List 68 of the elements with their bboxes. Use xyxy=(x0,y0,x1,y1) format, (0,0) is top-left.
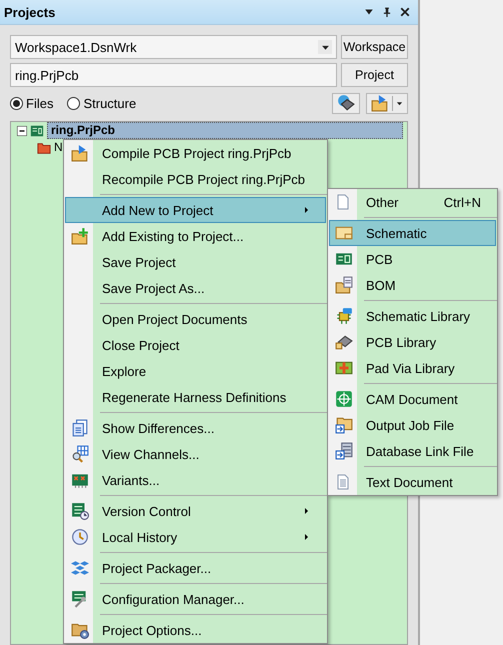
grid-search-icon xyxy=(71,445,89,463)
project-board-icon xyxy=(30,124,44,138)
documents-icon xyxy=(71,419,89,437)
dropdown-icon xyxy=(364,7,374,17)
folder-arrow-icon xyxy=(71,144,89,162)
menu-item[interactable]: Show Differences... xyxy=(65,415,326,441)
database-import-icon xyxy=(335,442,353,460)
menu-item[interactable]: Configuration Manager... xyxy=(65,586,326,612)
sheet-icon xyxy=(335,224,353,242)
menu-item[interactable]: Version Control xyxy=(65,498,326,524)
menu-item[interactable]: Project Packager... xyxy=(65,555,326,581)
menu-item[interactable]: Save Project As... xyxy=(65,275,326,301)
workspace-button[interactable]: Workspace xyxy=(341,35,408,59)
menu-item[interactable]: BOM xyxy=(329,272,496,298)
radio-button[interactable] xyxy=(10,96,23,110)
menu-item[interactable]: Project Options... xyxy=(65,617,326,643)
boxes-icon xyxy=(71,559,89,577)
menu-item[interactable]: Local History xyxy=(65,524,326,550)
menu-item[interactable]: Save Project xyxy=(65,249,326,275)
menu-item[interactable]: Regenerate Harness Definitions xyxy=(65,384,326,410)
menu-item[interactable]: CAM Document xyxy=(329,386,496,412)
tree-item[interactable]: ring.PrjPcb xyxy=(47,122,403,139)
folder-icon xyxy=(37,140,51,154)
menu-item[interactable]: Pad Via Library xyxy=(329,355,496,381)
folder-gear-icon xyxy=(71,621,89,639)
radio-label[interactable]: Structure xyxy=(83,96,136,110)
menu-item[interactable]: PCB xyxy=(329,246,496,272)
chip-globe-icon xyxy=(337,94,355,112)
menu-item[interactable]: Open Project Documents xyxy=(65,306,326,332)
menu-item[interactable]: Recompile PCB Project ring.PrjPcb xyxy=(65,166,326,192)
menu-item[interactable]: Add New to Project xyxy=(65,197,326,223)
menu-item[interactable]: Compile PCB Project ring.PrjPcb xyxy=(65,140,326,166)
menu-item[interactable]: View Channels... xyxy=(65,441,326,467)
menu-item[interactable]: Close Project xyxy=(65,332,326,358)
pad-icon xyxy=(335,359,353,377)
folder-list-icon xyxy=(335,276,353,294)
menu-item[interactable]: PCB Library xyxy=(329,329,496,355)
folder-import-icon xyxy=(335,416,353,434)
folder-arrow-icon xyxy=(371,94,389,112)
shortcut-label: Ctrl+N xyxy=(442,194,481,210)
menu-item[interactable]: Variants... xyxy=(65,467,326,493)
menu-item[interactable]: Schematic Library xyxy=(329,303,496,329)
board-clock-icon xyxy=(71,502,89,520)
menu-item[interactable]: Add Existing to Project... xyxy=(65,223,326,249)
pin-icon xyxy=(382,7,392,17)
compile-button[interactable] xyxy=(332,92,360,114)
menu-item[interactable]: Database Link File xyxy=(329,438,496,464)
tree-item[interactable]: N xyxy=(54,140,63,155)
project-button[interactable]: Project xyxy=(341,63,408,87)
dropdown-arrow-icon xyxy=(396,100,403,106)
radio-button[interactable] xyxy=(67,96,80,110)
project-field[interactable]: ring.PrjPcb xyxy=(10,63,337,87)
panel-title: Projects xyxy=(4,4,56,20)
document-icon xyxy=(335,474,351,490)
target-icon xyxy=(335,390,353,408)
radio-label[interactable]: Files xyxy=(26,96,54,110)
chip-icon xyxy=(335,307,353,325)
open-project-button[interactable] xyxy=(366,92,408,114)
menu-item[interactable]: Explore xyxy=(65,358,326,384)
workspace-dropdown[interactable]: Workspace1.DsnWrk xyxy=(10,35,337,59)
menu-item[interactable]: Schematic xyxy=(329,220,496,246)
close-icon xyxy=(400,7,410,17)
document-icon xyxy=(335,194,351,210)
folder-plus-icon xyxy=(71,227,89,245)
menu-item[interactable]: Output Job File xyxy=(329,412,496,438)
menu-item[interactable]: Text Document xyxy=(329,469,496,495)
chip-icon xyxy=(335,333,353,351)
menu-item[interactable]: Other Ctrl+N xyxy=(329,189,496,215)
